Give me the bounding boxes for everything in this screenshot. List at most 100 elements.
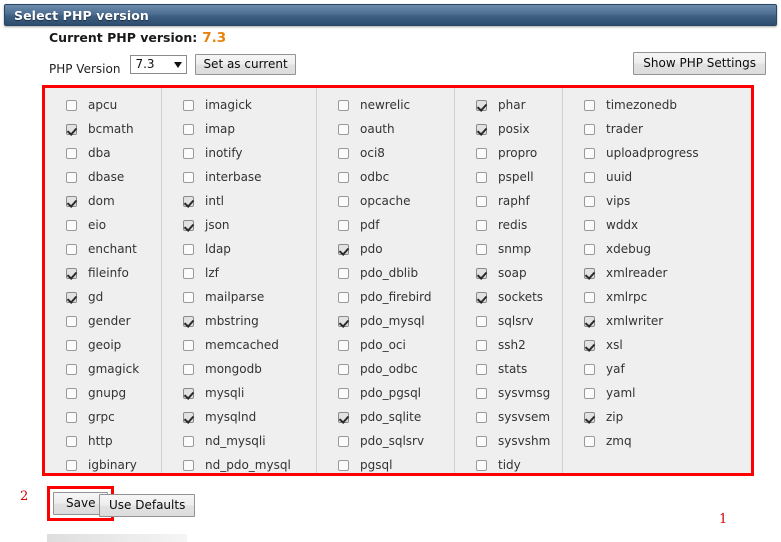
extension-row[interactable]: wddx (563, 213, 751, 237)
extension-row[interactable]: posix (455, 117, 562, 141)
extension-row[interactable]: uuid (563, 165, 751, 189)
extension-row[interactable]: pdo_dblib (317, 261, 454, 285)
extension-row[interactable]: imagick (162, 93, 316, 117)
checkbox-checked-icon[interactable] (183, 315, 194, 327)
checkbox-unchecked-icon[interactable] (476, 195, 487, 207)
checkbox-unchecked-icon[interactable] (338, 99, 349, 111)
extension-row[interactable]: sockets (455, 285, 562, 309)
checkbox-checked-icon[interactable] (338, 411, 349, 423)
extension-row[interactable]: mbstring (162, 309, 316, 333)
checkbox-unchecked-icon[interactable] (584, 387, 595, 399)
extension-row[interactable]: dba (45, 141, 161, 165)
extension-row[interactable]: nd_mysqli (162, 429, 316, 453)
checkbox-unchecked-icon[interactable] (66, 435, 77, 447)
extension-row[interactable]: pdo_mysql (317, 309, 454, 333)
checkbox-unchecked-icon[interactable] (66, 411, 77, 423)
checkbox-unchecked-icon[interactable] (476, 219, 487, 231)
checkbox-unchecked-icon[interactable] (584, 243, 595, 255)
checkbox-checked-icon[interactable] (66, 123, 77, 135)
checkbox-checked-icon[interactable] (476, 267, 487, 279)
checkbox-unchecked-icon[interactable] (584, 219, 595, 231)
extension-row[interactable]: phar (455, 93, 562, 117)
extension-row[interactable]: nd_pdo_mysql (162, 453, 316, 473)
extension-row[interactable]: imap (162, 117, 316, 141)
checkbox-unchecked-icon[interactable] (476, 387, 487, 399)
extension-row[interactable]: timezonedb (563, 93, 751, 117)
checkbox-checked-icon[interactable] (183, 411, 194, 423)
checkbox-checked-icon[interactable] (66, 267, 77, 279)
checkbox-unchecked-icon[interactable] (183, 267, 194, 279)
checkbox-unchecked-icon[interactable] (66, 339, 77, 351)
checkbox-unchecked-icon[interactable] (584, 363, 595, 375)
extension-row[interactable]: mysqlnd (162, 405, 316, 429)
extension-row[interactable]: yaf (563, 357, 751, 381)
extension-row[interactable]: yaml (563, 381, 751, 405)
checkbox-checked-icon[interactable] (66, 195, 77, 207)
checkbox-unchecked-icon[interactable] (183, 363, 194, 375)
extension-row[interactable]: enchant (45, 237, 161, 261)
checkbox-checked-icon[interactable] (183, 219, 194, 231)
extension-row[interactable]: grpc (45, 405, 161, 429)
extension-row[interactable]: ldap (162, 237, 316, 261)
extension-row[interactable]: pdo (317, 237, 454, 261)
extension-row[interactable]: propro (455, 141, 562, 165)
use-defaults-button[interactable]: Use Defaults (99, 494, 196, 517)
checkbox-unchecked-icon[interactable] (338, 387, 349, 399)
extension-row[interactable]: pdf (317, 213, 454, 237)
checkbox-checked-icon[interactable] (338, 243, 349, 255)
php-version-select[interactable]: 7.3 (130, 55, 188, 74)
checkbox-unchecked-icon[interactable] (476, 339, 487, 351)
show-php-settings-button[interactable]: Show PHP Settings (633, 52, 766, 75)
extension-row[interactable]: eio (45, 213, 161, 237)
checkbox-unchecked-icon[interactable] (338, 123, 349, 135)
extension-row[interactable]: snmp (455, 237, 562, 261)
extension-row[interactable]: gd (45, 285, 161, 309)
checkbox-unchecked-icon[interactable] (183, 123, 194, 135)
extension-row[interactable]: sysvmsg (455, 381, 562, 405)
extension-row[interactable]: gnupg (45, 381, 161, 405)
extension-row[interactable]: intl (162, 189, 316, 213)
checkbox-checked-icon[interactable] (476, 291, 487, 303)
checkbox-unchecked-icon[interactable] (338, 435, 349, 447)
extension-row[interactable]: memcached (162, 333, 316, 357)
extension-row[interactable]: odbc (317, 165, 454, 189)
extension-row[interactable]: vips (563, 189, 751, 213)
extension-row[interactable]: xdebug (563, 237, 751, 261)
extension-row[interactable]: pdo_firebird (317, 285, 454, 309)
checkbox-unchecked-icon[interactable] (476, 243, 487, 255)
checkbox-unchecked-icon[interactable] (183, 435, 194, 447)
extension-row[interactable]: pdo_odbc (317, 357, 454, 381)
checkbox-unchecked-icon[interactable] (66, 219, 77, 231)
checkbox-unchecked-icon[interactable] (183, 291, 194, 303)
extension-row[interactable]: pdo_sqlite (317, 405, 454, 429)
checkbox-unchecked-icon[interactable] (66, 315, 77, 327)
checkbox-unchecked-icon[interactable] (338, 147, 349, 159)
checkbox-unchecked-icon[interactable] (584, 123, 595, 135)
extension-row[interactable]: newrelic (317, 93, 454, 117)
checkbox-unchecked-icon[interactable] (338, 195, 349, 207)
checkbox-unchecked-icon[interactable] (183, 243, 194, 255)
extension-row[interactable]: inotify (162, 141, 316, 165)
checkbox-unchecked-icon[interactable] (338, 219, 349, 231)
extension-row[interactable]: json (162, 213, 316, 237)
extension-row[interactable]: apcu (45, 93, 161, 117)
extension-row[interactable]: bcmath (45, 117, 161, 141)
checkbox-checked-icon[interactable] (338, 315, 349, 327)
extension-row[interactable]: xmlrpc (563, 285, 751, 309)
extension-row[interactable]: ssh2 (455, 333, 562, 357)
extension-row[interactable]: oci8 (317, 141, 454, 165)
checkbox-unchecked-icon[interactable] (338, 171, 349, 183)
checkbox-checked-icon[interactable] (476, 123, 487, 135)
extension-row[interactable]: sqlsrv (455, 309, 562, 333)
extension-row[interactable]: zip (563, 405, 751, 429)
checkbox-unchecked-icon[interactable] (584, 147, 595, 159)
checkbox-unchecked-icon[interactable] (476, 147, 487, 159)
checkbox-checked-icon[interactable] (584, 411, 595, 423)
extension-row[interactable]: gender (45, 309, 161, 333)
extension-row[interactable]: dbase (45, 165, 161, 189)
extension-row[interactable]: pspell (455, 165, 562, 189)
extension-row[interactable]: lzf (162, 261, 316, 285)
extension-row[interactable]: pgsql (317, 453, 454, 473)
checkbox-checked-icon[interactable] (183, 195, 194, 207)
checkbox-checked-icon[interactable] (584, 315, 595, 327)
